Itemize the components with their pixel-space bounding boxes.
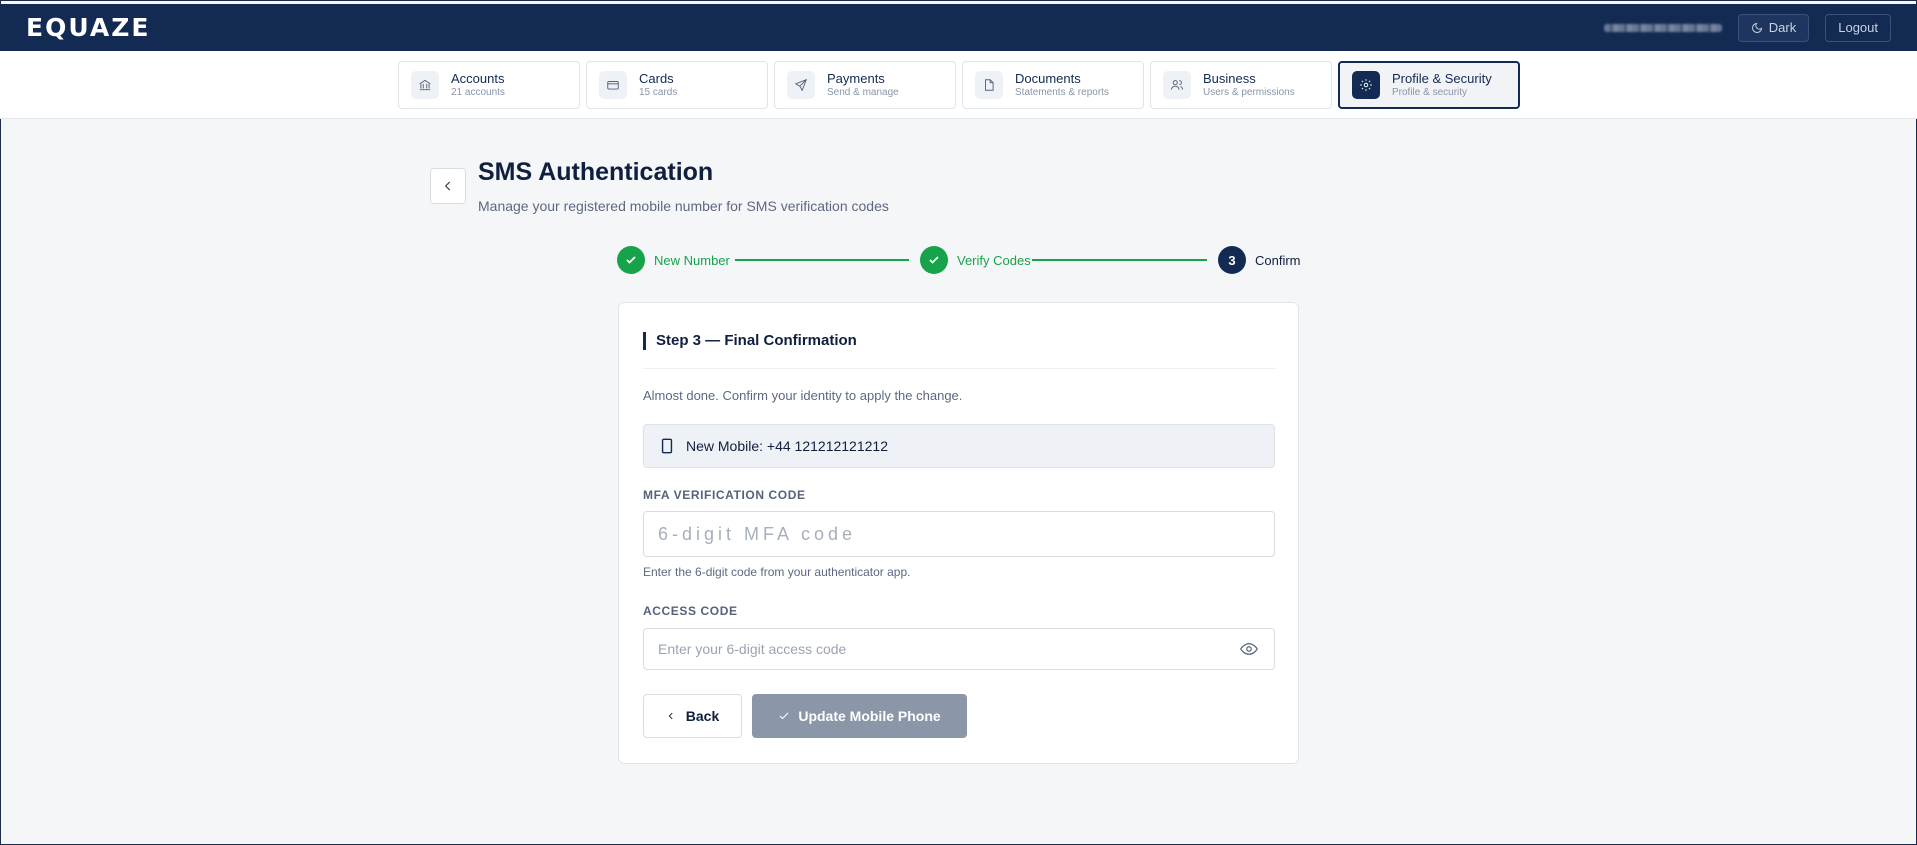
eye-icon[interactable] [1239, 640, 1259, 658]
gear-icon [1352, 71, 1380, 99]
update-mobile-phone-button[interactable]: Update Mobile Phone [752, 694, 967, 738]
top-header: EQUAZE Dark Logout [0, 4, 1917, 51]
step-connector [735, 259, 909, 261]
nav-tab-business[interactable]: Business Users & permissions [1150, 61, 1332, 109]
nav-tab-accounts[interactable]: Accounts 21 accounts [398, 61, 580, 109]
nav-tab-profile-security[interactable]: Profile & Security Profile & security [1338, 61, 1520, 109]
send-icon [787, 71, 815, 99]
nav-tab-label: Cards [639, 70, 674, 86]
intro-text: Almost done. Confirm your identity to ap… [643, 388, 963, 403]
new-mobile-summary: New Mobile: +44 121212121212 [643, 424, 1275, 468]
back-button[interactable]: Back [643, 694, 742, 738]
step-connector [1032, 259, 1207, 261]
access-code-label: ACCESS CODE [643, 604, 738, 618]
nav-tab-label: Accounts [451, 70, 505, 86]
mfa-code-input[interactable] [643, 511, 1275, 557]
check-icon [920, 246, 948, 274]
nav-tab-label: Business [1203, 70, 1256, 86]
nav-tab-sublabel: 15 cards [639, 86, 678, 98]
nav-tab-payments[interactable]: Payments Send & manage [774, 61, 956, 109]
nav-tab-label: Payments [827, 70, 885, 86]
step-verify-codes: Verify Codes [920, 246, 1031, 274]
step-new-number: New Number [617, 246, 730, 274]
nav-tabs: Accounts 21 accounts Cards 15 cards Paym… [398, 61, 1520, 109]
nav-tab-sublabel: Users & permissions [1203, 86, 1295, 98]
step-label: Confirm [1255, 252, 1301, 268]
update-button-label: Update Mobile Phone [798, 708, 941, 724]
nav-tab-sublabel: Send & manage [827, 86, 899, 98]
nav-tab-sublabel: 21 accounts [451, 86, 505, 98]
theme-toggle-label: Dark [1768, 20, 1797, 35]
confirmation-card: Step 3 — Final Confirmation Almost done.… [618, 302, 1299, 764]
chevron-left-icon [444, 181, 451, 191]
nav-tab-cards[interactable]: Cards 15 cards [586, 61, 768, 109]
chevron-left-icon [668, 712, 673, 720]
users-icon [1163, 71, 1191, 99]
step-confirm: 3 Confirm [1218, 246, 1301, 274]
page-subtitle: Manage your registered mobile number for… [478, 198, 889, 214]
check-icon [617, 246, 645, 274]
main-nav: Accounts 21 accounts Cards 15 cards Paym… [0, 51, 1917, 119]
mfa-helper-text: Enter the 6-digit code from your authent… [643, 565, 911, 579]
theme-toggle-button[interactable]: Dark [1737, 13, 1810, 42]
nav-tab-label: Documents [1015, 70, 1081, 86]
card-icon [599, 71, 627, 99]
nav-tab-documents[interactable]: Documents Statements & reports [962, 61, 1144, 109]
card-header: Step 3 — Final Confirmation [643, 327, 1275, 369]
step-number: 3 [1218, 246, 1246, 274]
back-button-label: Back [685, 708, 720, 724]
app-logo[interactable]: EQUAZE [26, 13, 150, 42]
phone-icon [661, 438, 673, 454]
step-label: New Number [654, 252, 730, 268]
check-icon [779, 712, 789, 720]
moon-icon [1751, 22, 1762, 33]
document-icon [975, 71, 1003, 99]
progress-stepper: New Number Verify Codes 3 Confirm [617, 246, 1301, 274]
nav-tab-label: Profile & Security [1392, 70, 1492, 86]
new-mobile-text: New Mobile: +44 121212121212 [686, 438, 888, 454]
logout-button[interactable]: Logout [1825, 13, 1891, 42]
page-title: SMS Authentication [478, 158, 714, 186]
card-title: Step 3 — Final Confirmation [643, 332, 1275, 350]
access-code-input[interactable] [643, 628, 1275, 670]
nav-tab-sublabel: Statements & reports [1015, 86, 1109, 98]
nav-tab-sublabel: Profile & security [1392, 86, 1468, 98]
header-actions: Dark Logout [1603, 13, 1891, 42]
mfa-code-label: MFA VERIFICATION CODE [643, 488, 806, 502]
bank-icon [411, 71, 439, 99]
user-name-blurred [1603, 23, 1722, 32]
step-label: Verify Codes [957, 252, 1031, 268]
page-back-button[interactable] [430, 168, 466, 204]
